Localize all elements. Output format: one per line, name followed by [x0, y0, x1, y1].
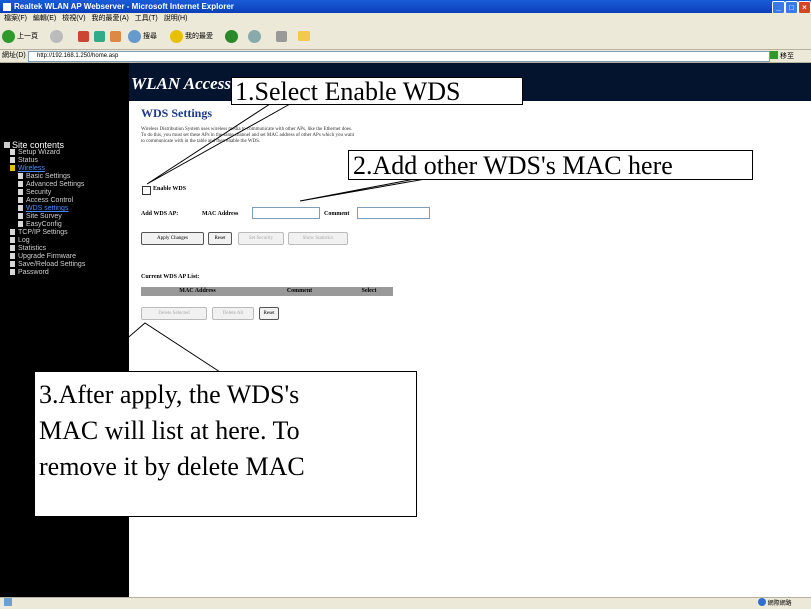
callout-add-mac: 2.Add other WDS's MAC here: [348, 150, 753, 180]
callout1-pointer: [146, 103, 291, 185]
callout2-pointer: [299, 177, 432, 202]
callout3-pointer: [87, 322, 221, 373]
callout-list-mac: 3.After apply, the WDS's MAC will list a…: [34, 371, 417, 517]
callout3-line: remove it by delete MAC: [39, 452, 305, 481]
callout-enable-wds: 1.Select Enable WDS: [231, 77, 523, 106]
callout3-line: 3.After apply, the WDS's: [39, 380, 300, 409]
callout3-line: MAC will list at here. To: [39, 416, 300, 445]
